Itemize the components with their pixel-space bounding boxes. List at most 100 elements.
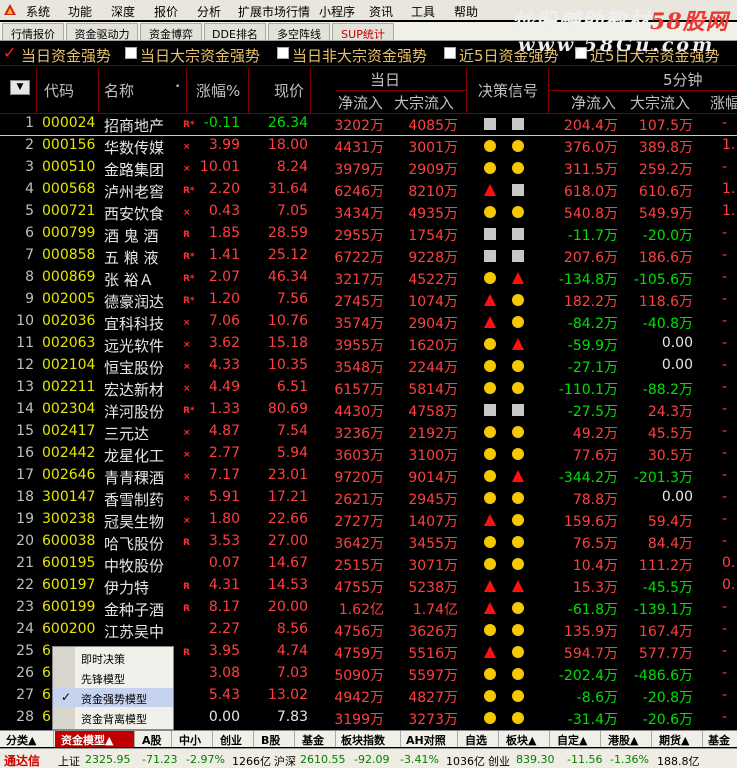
stock-name[interactable]: 酒 鬼 酒 bbox=[104, 225, 159, 246]
table-row[interactable]: 15 002417 三元达 × 4.87 7.54 3236万 2192万 49.2万 45.5万… bbox=[0, 422, 737, 444]
stock-name[interactable]: 三元达 bbox=[104, 423, 149, 444]
stock-code[interactable]: 600197 bbox=[42, 577, 95, 593]
popup-item-capital-divergence-model[interactable]: 资金背离模型 bbox=[53, 708, 173, 727]
stock-code[interactable]: 000799 bbox=[42, 225, 95, 241]
stock-code[interactable]: 002417 bbox=[42, 423, 95, 439]
filter-daily-block-strong[interactable]: 当日大宗资金强势 bbox=[140, 45, 260, 66]
stock-code[interactable]: 600199 bbox=[42, 599, 95, 615]
table-row[interactable]: 22 600197 伊力特 R 4.31 14.53 4755万 5238万 15.3万 -45.… bbox=[0, 576, 737, 598]
tab-futures[interactable]: 期货▲ bbox=[653, 731, 703, 747]
tab-dde-rank[interactable]: DDE排名 bbox=[204, 23, 266, 41]
stock-code[interactable]: 000869 bbox=[42, 269, 95, 285]
tab-a-share[interactable]: A股 bbox=[136, 731, 172, 747]
table-row[interactable]: 17 002646 青青稞酒 × 7.17 23.01 9720万 9014万 -344.2万 -… bbox=[0, 466, 737, 488]
stock-name[interactable]: 张 裕Ａ bbox=[104, 269, 154, 290]
table-row[interactable]: 1 000024 招商地产 R* -0.11 26.34 3202万 4085万 204.4万 1… bbox=[0, 114, 737, 136]
menu-extended-market[interactable]: 扩展市场行情 bbox=[238, 3, 310, 20]
stock-name[interactable]: 江苏吴中 bbox=[104, 621, 164, 642]
tab-watchlist[interactable]: 自选 bbox=[459, 731, 499, 747]
stock-name[interactable]: 冠昊生物 bbox=[104, 511, 164, 532]
check-icon[interactable]: ✓ bbox=[3, 43, 16, 62]
table-row[interactable]: 9 002005 德豪润达 R* 1.20 7.56 2745万 1074万 182.2万 118… bbox=[0, 290, 737, 312]
stock-name[interactable]: 伊力特 bbox=[104, 577, 149, 598]
tab-capital-game[interactable]: 资金博弈 bbox=[140, 23, 202, 41]
stock-name[interactable]: 泸州老窖 bbox=[104, 181, 164, 202]
stock-name[interactable]: 哈飞股份 bbox=[104, 533, 164, 554]
tab-b-share[interactable]: B股 bbox=[255, 731, 295, 747]
tab-chinext[interactable]: 创业 bbox=[214, 731, 254, 747]
tab-custom[interactable]: 自定▲ bbox=[551, 731, 601, 747]
tab-sup-stats[interactable]: SUP统计 bbox=[332, 23, 394, 41]
stock-code[interactable]: 002646 bbox=[42, 467, 95, 483]
col-change-pct[interactable]: 涨幅% bbox=[196, 80, 240, 101]
menu-system[interactable]: 系统 bbox=[26, 3, 50, 20]
stock-name[interactable]: 华数传媒 bbox=[104, 137, 164, 158]
stock-code[interactable]: 000858 bbox=[42, 247, 95, 263]
col-code[interactable]: 代码 bbox=[44, 80, 74, 101]
popup-item-capital-strong-model[interactable]: ✓ 资金强势模型 bbox=[53, 688, 173, 707]
stock-code[interactable]: 000568 bbox=[42, 181, 95, 197]
app-logo-icon[interactable] bbox=[2, 2, 18, 18]
stock-code[interactable]: 002211 bbox=[42, 379, 95, 395]
table-row[interactable]: 8 000869 张 裕Ａ R* 2.07 46.34 3217万 4522万 -134.8万 -… bbox=[0, 268, 737, 290]
stock-code[interactable]: 600195 bbox=[42, 555, 95, 571]
tab-long-short[interactable]: 多空阵线 bbox=[268, 23, 330, 41]
stock-code[interactable]: 600200 bbox=[42, 621, 95, 637]
stock-code[interactable]: 002005 bbox=[42, 291, 95, 307]
col-net-inflow[interactable]: 净流入 bbox=[338, 92, 383, 113]
stock-name[interactable]: 招商地产 bbox=[104, 115, 164, 136]
table-row[interactable]: 10 002036 宜科科技 × 7.06 10.76 3574万 2904万 -84.2万 -4… bbox=[0, 312, 737, 334]
stock-code[interactable]: 6 bbox=[42, 687, 51, 703]
menu-function[interactable]: 功能 bbox=[68, 3, 92, 20]
tab-category[interactable]: 分类▲ bbox=[0, 731, 54, 747]
hs-index-label[interactable]: 沪深 bbox=[274, 753, 296, 768]
table-row[interactable]: 6 000799 酒 鬼 酒 R 1.85 28.59 2955万 1754万 -11.7万 -2… bbox=[0, 224, 737, 246]
stock-code[interactable]: 600038 bbox=[42, 533, 95, 549]
checkbox-5day-strong[interactable] bbox=[444, 47, 456, 59]
stock-code[interactable]: 002063 bbox=[42, 335, 95, 351]
table-row[interactable]: 16 002442 龙星化工 × 2.77 5.94 3603万 3100万 77.6万 30.5… bbox=[0, 444, 737, 466]
menu-quote[interactable]: 报价 bbox=[154, 3, 178, 20]
table-row[interactable]: 7 000858 五 粮 液 R* 1.41 25.12 6722万 9228万 207.6万 1… bbox=[0, 246, 737, 268]
sh-index-label[interactable]: 上证 bbox=[58, 753, 80, 768]
stock-code[interactable]: 300238 bbox=[42, 511, 95, 527]
stock-name[interactable]: 龙星化工 bbox=[104, 445, 164, 466]
stock-name[interactable]: 金路集团 bbox=[104, 159, 164, 180]
menu-tools[interactable]: 工具 bbox=[411, 3, 435, 20]
checkbox-daily-block-strong[interactable] bbox=[125, 47, 137, 59]
tab-capital-driving[interactable]: 资金驱动力 bbox=[66, 23, 138, 41]
brand-label[interactable]: 通达信 bbox=[4, 752, 40, 768]
tab-sectors[interactable]: 板块▲ bbox=[500, 731, 550, 747]
tab-capital-model[interactable]: 资金模型▲ bbox=[55, 731, 135, 747]
stock-code[interactable]: 000510 bbox=[42, 159, 95, 175]
stock-code[interactable]: 6 bbox=[42, 643, 51, 659]
table-row[interactable]: 13 002211 宏达新材 × 4.49 6.51 6157万 5814万 -110.1万 -8… bbox=[0, 378, 737, 400]
sort-dropdown-icon[interactable]: ▼ bbox=[10, 80, 30, 95]
cy-index-label[interactable]: 创业 bbox=[488, 753, 510, 768]
stock-code[interactable]: 300147 bbox=[42, 489, 95, 505]
stock-name[interactable]: 德豪润达 bbox=[104, 291, 164, 312]
col-decision-signal[interactable]: 决策信号 bbox=[478, 80, 538, 101]
menu-news[interactable]: 资讯 bbox=[369, 3, 393, 20]
checkbox-daily-nonblock-strong[interactable] bbox=[277, 47, 289, 59]
stock-code[interactable]: 000156 bbox=[42, 137, 95, 153]
tab-sector-index[interactable]: 板块指数 bbox=[337, 731, 401, 747]
stock-code[interactable]: 002104 bbox=[42, 357, 95, 373]
stock-name[interactable]: 恒宝股份 bbox=[104, 357, 164, 378]
col-5min-block-inflow[interactable]: 大宗流入 bbox=[630, 92, 690, 113]
table-row[interactable]: 5 000721 西安饮食 × 0.43 7.05 3434万 4935万 540.8万 549.… bbox=[0, 202, 737, 224]
stock-code[interactable]: 000024 bbox=[42, 115, 95, 131]
stock-name[interactable]: 中牧股份 bbox=[104, 555, 164, 576]
table-row[interactable]: 12 002104 恒宝股份 × 4.33 10.35 3548万 2244万 -27.1万 0.… bbox=[0, 356, 737, 378]
table-row[interactable]: 14 002304 洋河股份 R* 1.33 80.69 4430万 4758万 -27.5万 2… bbox=[0, 400, 737, 422]
table-row[interactable]: 20 600038 哈飞股份 R 3.53 27.00 3642万 3455万 76.5万 84.… bbox=[0, 532, 737, 554]
stock-name[interactable]: 宏达新材 bbox=[104, 379, 164, 400]
tab-quote[interactable]: 行情报价 bbox=[2, 23, 64, 41]
table-row[interactable]: 23 600199 金种子酒 R 8.17 20.00 1.62亿 1.74亿 -61.8万 -1… bbox=[0, 598, 737, 620]
stock-code[interactable]: 002442 bbox=[42, 445, 95, 461]
menu-help[interactable]: 帮助 bbox=[454, 3, 478, 20]
stock-code[interactable]: 000721 bbox=[42, 203, 95, 219]
table-row[interactable]: 4 000568 泸州老窖 R* 2.20 31.64 6246万 8210万 618.0万 61… bbox=[0, 180, 737, 202]
tab-fund-2[interactable]: 基金 bbox=[704, 731, 737, 747]
stock-name[interactable]: 洋河股份 bbox=[104, 401, 164, 422]
